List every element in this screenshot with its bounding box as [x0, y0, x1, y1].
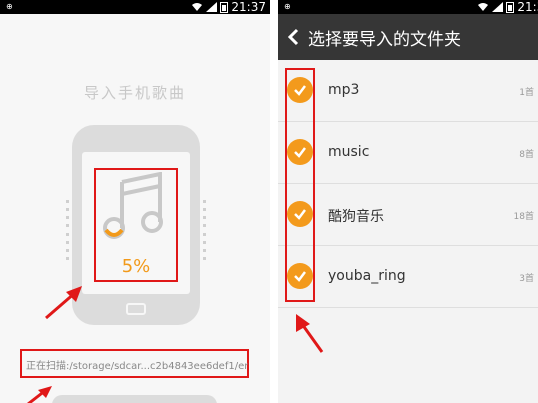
- folder-count: 8首: [519, 150, 534, 160]
- import-songs-screen: ⊕ 21:37 导入手机歌曲 5% 正在扫描:/storage/sdcar...…: [0, 0, 270, 403]
- status-notification-icon: ⊕: [6, 2, 13, 11]
- folder-count: 1首: [519, 88, 534, 98]
- folder-name: youba_ring: [328, 268, 406, 284]
- folder-row[interactable]: mp3 1首: [278, 60, 538, 122]
- select-folder-screen: ⊕ 21:38 选择要导入的文件夹 mp3 1首 m: [278, 0, 538, 403]
- annotation-arrow-scan: [27, 386, 52, 403]
- wifi-icon: [478, 3, 489, 11]
- signal-icon: [206, 2, 218, 12]
- scan-path-text: 正在扫描:/storage/sdcar...c2b4843ee6def1/emo…: [26, 361, 248, 372]
- status-time: 21:37: [231, 0, 266, 14]
- page-title: 导入手机歌曲: [83, 84, 186, 102]
- action-bar: 选择要导入的文件夹: [278, 14, 538, 60]
- back-chevron-icon: [287, 28, 299, 46]
- folder-name: mp3: [328, 82, 360, 98]
- folder-row[interactable]: 酷狗音乐 18首: [278, 184, 538, 246]
- page-title: 选择要导入的文件夹: [308, 29, 461, 50]
- folder-row[interactable]: music 8首: [278, 122, 538, 184]
- annotation-box-progress: [94, 168, 178, 282]
- bottom-action-button[interactable]: [52, 395, 217, 403]
- folder-row[interactable]: youba_ring 3首: [278, 246, 538, 308]
- annotation-arrow-progress: [45, 286, 82, 320]
- screenshot-composite: ⊕ 21:37 导入手机歌曲 5% 正在扫描:/storage/sdcar...…: [0, 0, 538, 403]
- phone-illustration-home-button: [126, 303, 146, 315]
- screenshot-divider: [270, 0, 278, 403]
- folder-count: 3首: [519, 274, 534, 284]
- battery-icon: [506, 1, 515, 13]
- status-bar: ⊕ 21:37: [0, 0, 270, 14]
- back-button[interactable]: [278, 14, 308, 60]
- wifi-icon: [192, 3, 203, 11]
- folder-name: music: [328, 144, 370, 160]
- right-side-dots: [203, 200, 206, 260]
- annotation-arrow-checkboxes: [296, 314, 324, 353]
- left-side-dots: [66, 200, 69, 260]
- battery-icon: [220, 1, 229, 13]
- signal-icon: [492, 2, 504, 12]
- status-notification-icon: ⊕: [284, 2, 291, 11]
- status-bar: ⊕ 21:38: [278, 0, 538, 14]
- folder-count: 18首: [513, 212, 534, 222]
- folder-name: 酷狗音乐: [328, 209, 384, 225]
- status-time: 21:38: [517, 0, 538, 14]
- annotation-box-checkboxes: [285, 68, 315, 302]
